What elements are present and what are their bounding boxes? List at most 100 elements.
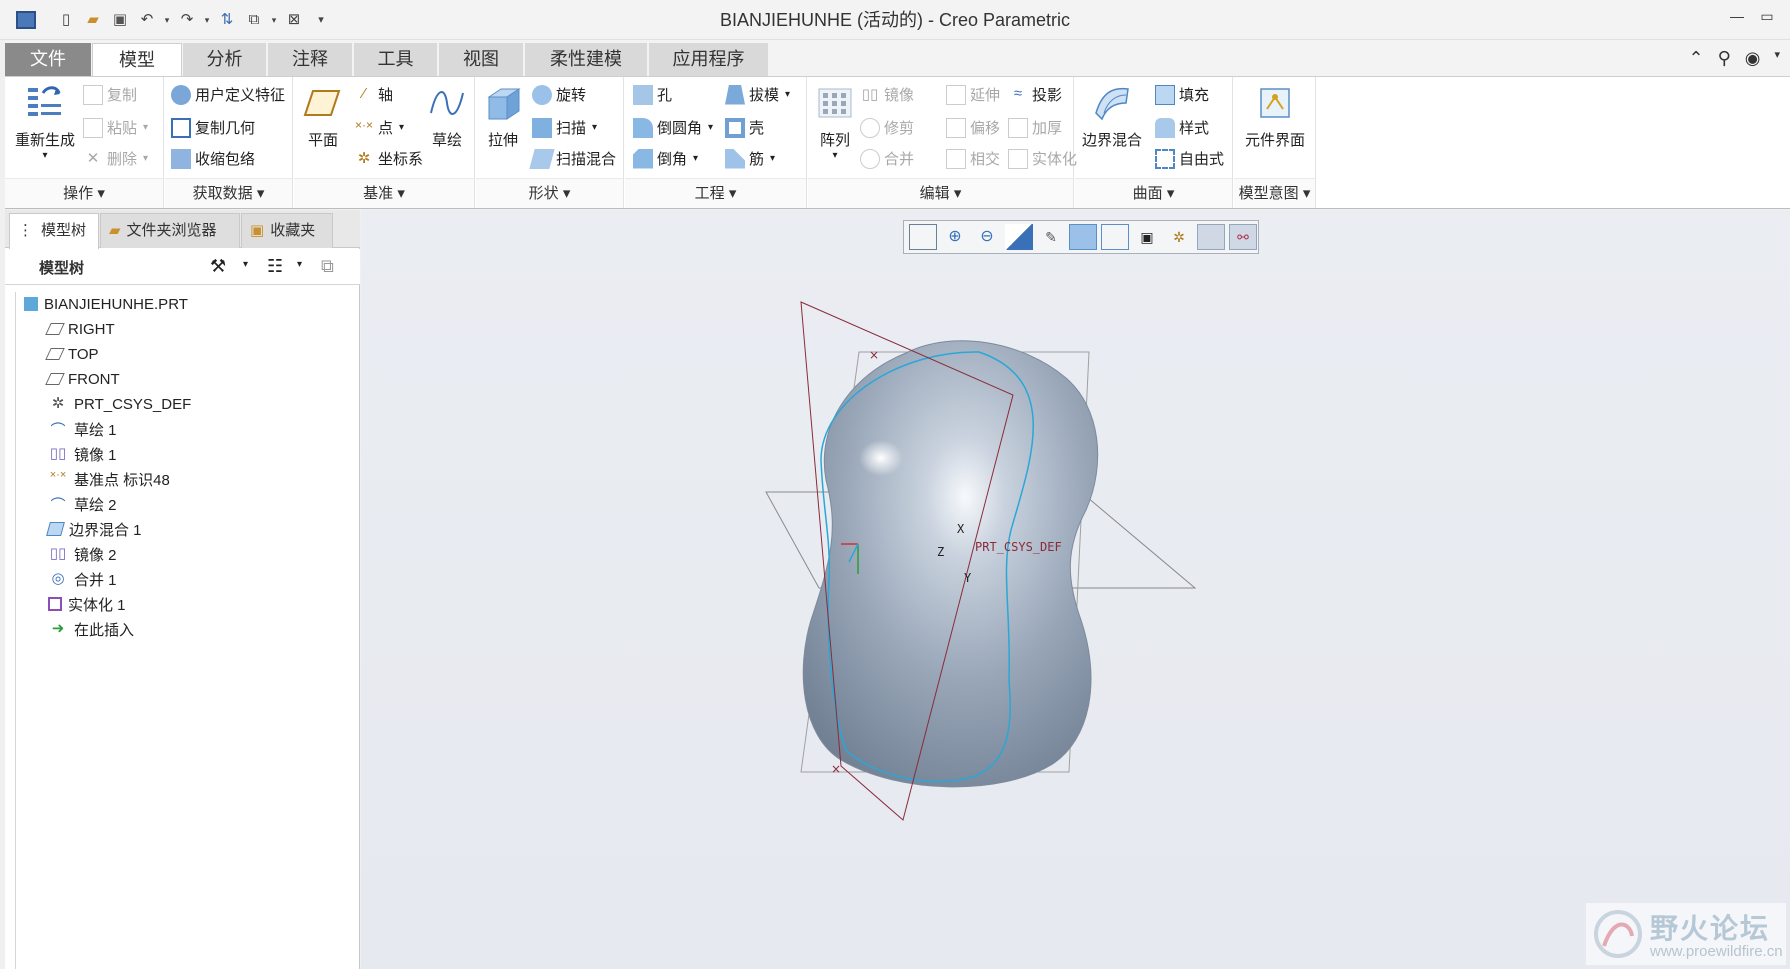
mirror-button[interactable]: ▯▯ 镜像 bbox=[860, 84, 914, 105]
delete-button[interactable]: ✕ 删除 ▾ bbox=[83, 148, 148, 169]
tree-node-merge-1[interactable]: ◎ 合并 1 bbox=[48, 567, 117, 591]
tree-node-label: PRT_CSYS_DEF bbox=[74, 395, 192, 413]
tree-node-insert-here[interactable]: ➜ 在此插入 bbox=[48, 617, 134, 641]
intersect-button[interactable]: 相交 bbox=[946, 148, 1000, 169]
thicken-icon bbox=[1008, 117, 1028, 138]
tree-node-boundary-blend-1[interactable]: 边界混合 1 bbox=[46, 517, 142, 541]
group-engineering-label[interactable]: 工程 ▾ bbox=[625, 178, 806, 208]
project-icon: ≈ bbox=[1013, 84, 1023, 102]
rib-button[interactable]: 筋 ▾ bbox=[725, 148, 775, 169]
tree-node-label: TOP bbox=[68, 345, 99, 363]
tree-node-solidify-1[interactable]: 实体化 1 bbox=[48, 592, 126, 616]
tree-node-mirror-1[interactable]: ▯▯ 镜像 1 bbox=[48, 442, 117, 466]
chamfer-button[interactable]: 倒角 ▾ bbox=[633, 148, 698, 169]
settings-hammer-icon[interactable]: ⚒ bbox=[210, 256, 226, 277]
tree-node-top[interactable]: TOP bbox=[45, 342, 99, 366]
plane-button[interactable]: 平面 bbox=[298, 83, 348, 150]
solidify-button[interactable]: 实体化 bbox=[1008, 148, 1077, 169]
navigator-tabs: ⋮ 模型树 ▰ 文件夹浏览器 ▣ 收藏夹 bbox=[5, 210, 360, 249]
extend-button[interactable]: 延伸 bbox=[946, 84, 1000, 105]
extrude-button[interactable]: 拉伸 bbox=[480, 83, 526, 150]
tab-model[interactable]: 模型 bbox=[92, 43, 182, 77]
tree-node-label: BIANJIEHUNHE.PRT bbox=[44, 295, 188, 313]
tree-node-datum-point[interactable]: ×·× 基准点 标识48 bbox=[48, 467, 170, 491]
tab-folder-browser-label: 文件夹浏览器 bbox=[126, 222, 217, 239]
search-icon[interactable]: ⚲ bbox=[1718, 48, 1731, 69]
round-button[interactable]: 倒圆角 ▾ bbox=[633, 117, 713, 138]
style-button[interactable]: 样式 bbox=[1155, 117, 1209, 138]
group-shapes-label[interactable]: 形状 ▾ bbox=[476, 178, 623, 208]
show-dropdown-icon[interactable]: ▾ bbox=[297, 259, 302, 270]
swept-blend-button[interactable]: 扫描混合 bbox=[529, 148, 616, 169]
tab-tools[interactable]: 工具 bbox=[354, 43, 438, 76]
udf-button[interactable]: 用户定义特征 bbox=[171, 84, 285, 105]
minimize-button[interactable]: — bbox=[1722, 8, 1752, 25]
fill-button[interactable]: 填充 bbox=[1155, 84, 1209, 105]
trim-button[interactable]: 修剪 bbox=[860, 117, 914, 138]
tab-analysis[interactable]: 分析 bbox=[183, 43, 267, 76]
extrude-icon bbox=[487, 88, 521, 120]
collapse-ribbon-icon[interactable]: ⌃ bbox=[1688, 48, 1703, 69]
shrinkwrap-button[interactable]: 收缩包络 bbox=[171, 148, 255, 169]
tree-node-mirror-2[interactable]: ▯▯ 镜像 2 bbox=[48, 542, 117, 566]
tab-folder-browser[interactable]: ▰ 文件夹浏览器 bbox=[100, 213, 240, 248]
tree-node-csys[interactable]: ✲ PRT_CSYS_DEF bbox=[48, 392, 192, 416]
tab-model-tree[interactable]: ⋮ 模型树 bbox=[9, 213, 99, 249]
freestyle-button[interactable]: 自由式 bbox=[1155, 148, 1224, 169]
tab-flexible-modeling[interactable]: 柔性建模 bbox=[525, 43, 648, 76]
csys-button[interactable]: ✲ 坐标系 bbox=[354, 148, 423, 169]
tree-node-front[interactable]: FRONT bbox=[45, 367, 120, 391]
revolve-label: 旋转 bbox=[556, 87, 587, 104]
pattern-button[interactable]: 阵列 ▾ bbox=[812, 83, 858, 161]
tab-applications[interactable]: 应用程序 bbox=[649, 43, 769, 76]
help-icon[interactable]: ◉ bbox=[1745, 48, 1761, 69]
regenerate-button[interactable]: 重新生成 ▾ bbox=[9, 83, 81, 161]
settings-dropdown-icon[interactable]: ▾ bbox=[243, 259, 248, 270]
show-list-icon[interactable]: ☷ bbox=[267, 256, 283, 277]
help-dropdown-icon[interactable]: ▾ bbox=[1774, 48, 1780, 69]
tab-file[interactable]: 文件 bbox=[5, 43, 92, 76]
component-interface-button[interactable]: 元件界面 bbox=[1236, 83, 1314, 150]
tree-node-right[interactable]: RIGHT bbox=[45, 317, 115, 341]
filter-icon[interactable]: ⧉ bbox=[321, 256, 334, 277]
group-surfaces-label[interactable]: 曲面 ▾ bbox=[1075, 178, 1232, 208]
offset-button[interactable]: 偏移 bbox=[946, 117, 1000, 138]
copy-button[interactable]: 复制 bbox=[83, 84, 137, 105]
revolve-button[interactable]: 旋转 bbox=[532, 84, 586, 105]
paste-button[interactable]: 粘贴 ▾ bbox=[83, 117, 148, 138]
point-button[interactable]: ×·× 点 ▾ bbox=[354, 117, 404, 138]
project-button[interactable]: ≈ 投影 bbox=[1008, 84, 1062, 105]
axis-button[interactable]: ⁄ 轴 bbox=[354, 84, 393, 105]
thicken-button[interactable]: 加厚 bbox=[1008, 117, 1062, 138]
group-get-data-label[interactable]: 获取数据 ▾ bbox=[165, 178, 292, 208]
merge-button[interactable]: 合并 bbox=[860, 148, 914, 169]
tree-node-sketch-1[interactable]: ⌒ 草绘 1 bbox=[48, 417, 116, 441]
boundary-blend-button[interactable]: 边界混合 bbox=[1079, 83, 1145, 150]
group-model-intent: 元件界面 模型意图 ▾ bbox=[1234, 77, 1316, 208]
tree-node-part[interactable]: BIANJIEHUNHE.PRT bbox=[24, 292, 188, 316]
boundary-blend-solid[interactable] bbox=[802, 340, 1099, 788]
sketch-button[interactable]: 草绘 bbox=[424, 83, 470, 150]
hole-button[interactable]: 孔 bbox=[633, 84, 672, 105]
group-editing-label[interactable]: 编辑 ▾ bbox=[808, 178, 1073, 208]
shell-button[interactable]: 壳 bbox=[725, 117, 764, 138]
model-viewport: × × bbox=[765, 301, 1197, 821]
tree-node-sketch-2[interactable]: ⌒ 草绘 2 bbox=[48, 492, 116, 516]
sweep-button[interactable]: 扫描 ▾ bbox=[532, 117, 597, 138]
solidify-label: 实体化 bbox=[1032, 151, 1078, 168]
group-operations-label[interactable]: 操作 ▾ bbox=[5, 178, 163, 208]
group-model-intent-label[interactable]: 模型意图 ▾ bbox=[1234, 178, 1315, 208]
tab-annotate[interactable]: 注释 bbox=[268, 43, 353, 76]
copy-geometry-button[interactable]: 复制几何 bbox=[171, 117, 255, 138]
group-datum-label[interactable]: 基准 ▾ bbox=[294, 178, 474, 208]
datum-plane-icon bbox=[303, 90, 341, 116]
tab-favorites-label: 收藏夹 bbox=[270, 222, 316, 239]
tab-view[interactable]: 视图 bbox=[439, 43, 524, 76]
mirror-icon: ▯▯ bbox=[49, 445, 67, 462]
tab-favorites[interactable]: ▣ 收藏夹 bbox=[241, 213, 333, 248]
draft-button[interactable]: 拔模 ▾ bbox=[725, 84, 790, 105]
graphics-window[interactable]: ⊕ ⊖ ✎ ▣ ✲ ⚯ × × X Z Y PRT_CSYS_DEF 野火论坛 … bbox=[361, 210, 1790, 969]
tree-node-label: 合并 1 bbox=[74, 571, 117, 589]
csys-axis-y-label: Y bbox=[964, 571, 972, 585]
maximize-button[interactable]: ▭ bbox=[1752, 8, 1782, 25]
